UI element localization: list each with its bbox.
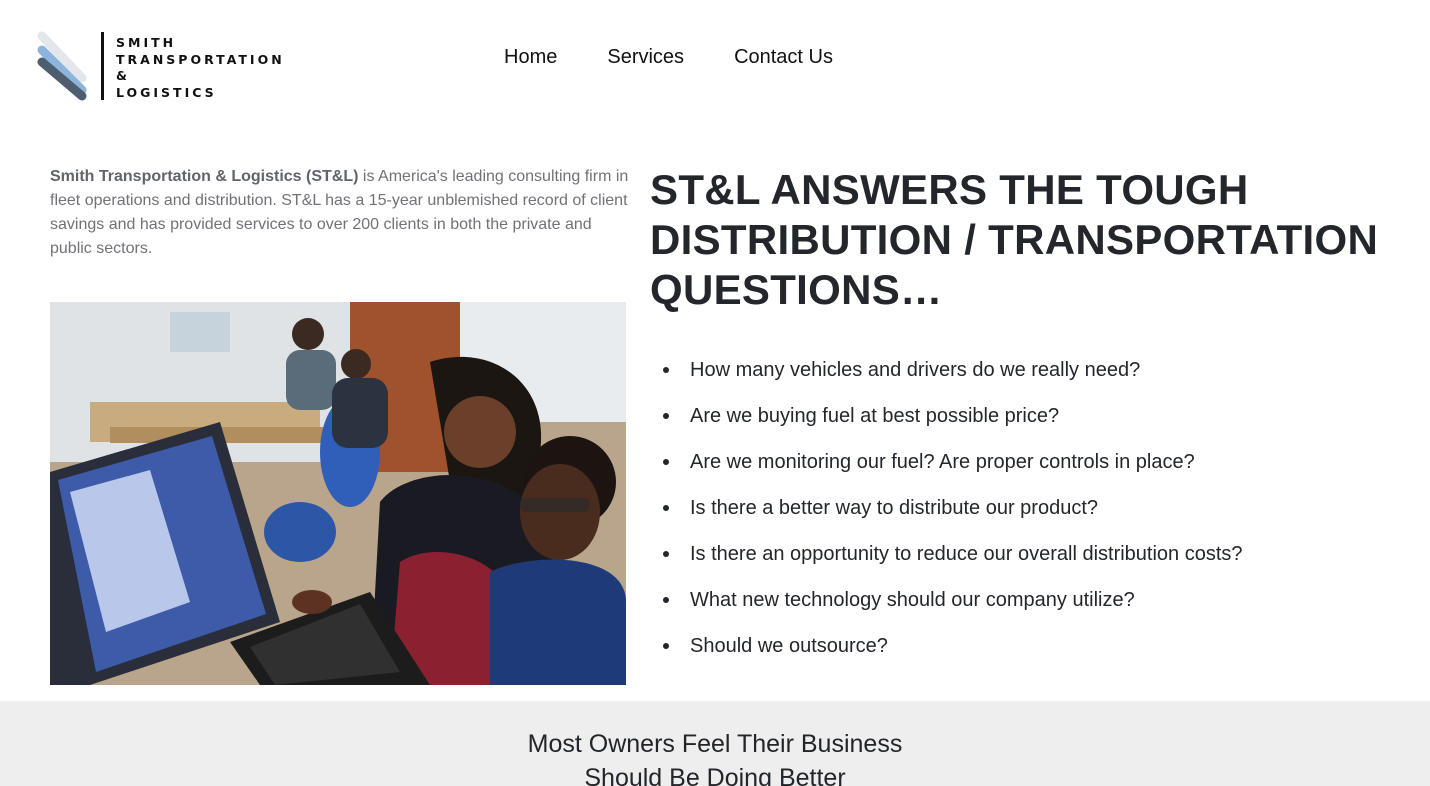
question-item: Are we monitoring our fuel? Are proper c… bbox=[650, 438, 1243, 484]
question-item: Should we outsource? bbox=[650, 622, 1243, 668]
question-item: Are we buying fuel at best possible pric… bbox=[650, 392, 1243, 438]
logo-line-4: LOGISTICS bbox=[116, 84, 217, 100]
bullet-icon bbox=[663, 459, 669, 465]
bullet-icon bbox=[663, 643, 669, 649]
section-heading: Most Owners Feel Their Business Should B… bbox=[0, 727, 1430, 786]
question-text: Are we buying fuel at best possible pric… bbox=[690, 405, 1060, 427]
question-item: How many vehicles and drivers do we real… bbox=[650, 346, 1243, 392]
site-header: SMITH TRANSPORTATION & LOGISTICS Home Se… bbox=[0, 0, 1430, 120]
question-text: Is there a better way to distribute our … bbox=[690, 497, 1098, 519]
bullet-icon bbox=[663, 505, 669, 511]
question-text: Is there an opportunity to reduce our ov… bbox=[690, 543, 1243, 565]
main-headline: ST&L ANSWERS THE TOUGH DISTRIBUTION / TR… bbox=[650, 166, 1379, 313]
nav-services-link[interactable]: Services bbox=[607, 44, 684, 70]
intro-company-name: Smith Transportation & Logistics (ST&L) bbox=[50, 168, 359, 185]
logo-stripes-icon bbox=[37, 31, 87, 101]
question-text: What new technology should our company u… bbox=[690, 589, 1135, 611]
owners-feel-section: Most Owners Feel Their Business Should B… bbox=[0, 701, 1430, 786]
main-nav: Home Services Contact Us bbox=[504, 44, 883, 70]
question-text: Should we outsource? bbox=[690, 635, 888, 657]
logo-divider bbox=[101, 32, 104, 100]
logo-line-2: TRANSPORTATION bbox=[116, 51, 285, 67]
logo-line-3: & bbox=[116, 68, 130, 83]
bullet-icon bbox=[663, 597, 669, 603]
intro-paragraph: Smith Transportation & Logistics (ST&L) … bbox=[50, 165, 630, 261]
logo-line-1: SMITH bbox=[116, 35, 177, 50]
bullet-icon bbox=[663, 551, 669, 557]
logo-wordmark: SMITH TRANSPORTATION & LOGISTICS bbox=[116, 35, 285, 101]
question-text: How many vehicles and drivers do we real… bbox=[690, 359, 1141, 381]
question-item: Is there a better way to distribute our … bbox=[650, 484, 1243, 530]
nav-home-link[interactable]: Home bbox=[504, 44, 557, 70]
bullet-icon bbox=[663, 367, 669, 373]
nav-contact-us-link[interactable]: Contact Us bbox=[734, 44, 833, 70]
photo-illustration bbox=[50, 302, 626, 685]
question-item: Is there an opportunity to reduce our ov… bbox=[650, 530, 1243, 576]
company-logo[interactable]: SMITH TRANSPORTATION & LOGISTICS bbox=[36, 28, 286, 104]
questions-list: How many vehicles and drivers do we real… bbox=[650, 346, 1243, 668]
question-item: What new technology should our company u… bbox=[650, 576, 1243, 622]
question-text: Are we monitoring our fuel? Are proper c… bbox=[690, 451, 1195, 473]
team-at-laptop-photo bbox=[50, 302, 626, 685]
bullet-icon bbox=[663, 413, 669, 419]
section-heading-line-2: Should Be Doing Better bbox=[584, 764, 846, 786]
section-heading-line-1: Most Owners Feel Their Business bbox=[527, 730, 903, 758]
